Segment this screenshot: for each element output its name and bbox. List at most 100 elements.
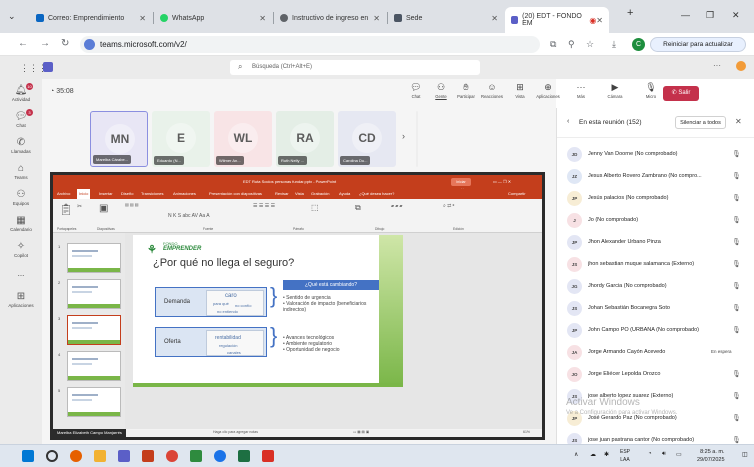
rail-equipos[interactable]: ⚇ Equipos <box>0 189 42 206</box>
view-button[interactable]: ⊞ Vista <box>507 82 533 99</box>
participant-tile[interactable]: WL Wilmer An... <box>214 111 272 167</box>
participant-row[interactable]: JO Jorge Eliécer Lepolda Orozco 🎙︎ <box>557 364 754 386</box>
layout-icon[interactable]: ▤ ▤ ▤ <box>125 202 139 207</box>
more-button[interactable]: ··· Más <box>568 82 594 99</box>
rail-more[interactable]: ... <box>0 269 42 278</box>
notes-placeholder[interactable]: Haga clic para agregar notas <box>213 430 258 434</box>
participant-row[interactable]: JP Jesús palacios (No comprobado) 🎙︎ <box>557 188 754 210</box>
battery-icon[interactable]: ▭ <box>676 451 682 458</box>
firefox-icon[interactable] <box>70 450 82 462</box>
leave-button[interactable]: ✆ Salir <box>663 86 699 101</box>
ppt-menu-item[interactable]: Revisar <box>275 189 289 199</box>
mute-all-button[interactable]: Silenciar a todos <box>675 116 726 129</box>
close-icon[interactable]: ✕ <box>596 16 603 25</box>
teams-icon[interactable] <box>118 450 130 462</box>
participant-tile[interactable]: MN Marelba Cárabe... <box>90 111 148 167</box>
chrome-icon[interactable] <box>166 450 178 462</box>
back-icon[interactable]: ← <box>18 38 28 49</box>
windows-start-icon[interactable] <box>22 450 34 462</box>
slide-thumbnail-selected[interactable]: 3 <box>58 315 121 345</box>
arrange-icon[interactable]: ⧉ <box>355 203 361 213</box>
ppt-menu-item[interactable]: Compartir <box>508 189 526 199</box>
ppt-signin-button[interactable]: Iniciar sesión <box>451 178 471 192</box>
ppt-window-controls-icon[interactable]: ▭ — ❐ ✕ <box>493 175 511 189</box>
new-slide-icon[interactable]: ▣ <box>99 203 108 214</box>
participant-row[interactable]: J Jo (No comprobado) 🎙︎ <box>557 210 754 232</box>
rail-activity[interactable]: 🔔︎ 10 Actividad <box>0 83 42 102</box>
font-format-icons[interactable]: N K S abc AV Aa A <box>168 213 210 219</box>
new-tab-button[interactable]: + <box>627 7 633 19</box>
current-slide[interactable]: ⚘ FONDO EMPRENDER ¿Por qué no llega el s… <box>133 235 403 387</box>
rail-chat[interactable]: 💬︎ 3 Chat <box>0 109 42 128</box>
app-green-icon[interactable] <box>190 450 202 462</box>
paragraph-icons[interactable]: ☰ ☰ ☰ ☰ <box>253 203 275 209</box>
apps-button[interactable]: ⊕ Aplicaciones <box>535 82 561 99</box>
participant-row[interactable]: JP Jhon Alexander Urbano Pinza 🎙︎ <box>557 232 754 254</box>
slide-thumbnail[interactable]: 4 <box>58 351 121 381</box>
people-button[interactable]: ⚇ Gente <box>428 82 454 99</box>
slide-thumbnail[interactable]: 5 <box>58 387 121 417</box>
raise-hand-button[interactable]: ✋︎ Participar <box>453 82 479 99</box>
participant-row[interactable]: JP John Campo PO (URBANA (No comprobado)… <box>557 320 754 342</box>
ppt-menu-item[interactable]: Animaciones <box>173 189 196 199</box>
search-icon[interactable] <box>46 450 58 462</box>
ppt-menu-item[interactable]: Archivo <box>57 189 70 199</box>
rail-apps[interactable]: ⊞ Aplicaciones <box>0 291 42 308</box>
participant-tile[interactable]: CD Carolina Du... <box>338 111 396 167</box>
close-icon[interactable]: ✕ <box>139 14 146 23</box>
install-app-icon[interactable]: ⧉ <box>550 39 556 50</box>
tab-correo[interactable]: Correo: Emprendimiento ✕ <box>30 9 152 27</box>
tab-whatsapp[interactable]: WhatsApp ✕ <box>154 9 272 27</box>
pdf-icon[interactable] <box>262 450 274 462</box>
forward-icon[interactable]: → <box>40 38 50 49</box>
participant-row[interactable]: JS jose juan pastrana cantor (No comprob… <box>557 430 754 444</box>
collapse-chevron-icon[interactable]: ‹ <box>567 118 569 125</box>
ppt-menu-item[interactable]: ¿Qué desea hacer? <box>359 189 394 199</box>
url-bar[interactable]: teams.microsoft.com/v2/ <box>80 36 540 53</box>
notifications-icon[interactable]: ◫ <box>742 451 748 458</box>
close-icon[interactable]: ✕ <box>735 117 742 126</box>
participant-row[interactable]: JS jhon sebastian muque salamanca (Exter… <box>557 254 754 276</box>
language-indicator[interactable]: ESP LAA <box>620 448 630 464</box>
camera-button[interactable]: ▶︎ Cámara <box>602 82 628 99</box>
participant-row[interactable]: JS Johan Sebastián Bocanegra Soto 🎙︎ <box>557 298 754 320</box>
close-icon[interactable]: ✕ <box>259 14 266 23</box>
slide-thumbnail[interactable]: 1 <box>58 243 121 273</box>
tab-instructivo[interactable]: Instructivo de ingreso en ✕ <box>274 9 386 27</box>
reload-icon[interactable]: ↻ <box>61 38 69 49</box>
rail-calls[interactable]: ✆ Llamadas <box>0 137 42 154</box>
participant-row[interactable]: JZ Jesus Alberto Rovero Zambrano (No com… <box>557 166 754 188</box>
ppt-menu-item[interactable]: Insertar <box>99 189 113 199</box>
participant-row[interactable]: JA Jorge Armando Cayón Acevedo En espera <box>557 342 754 364</box>
shapes-icon[interactable]: ⬚ <box>311 203 319 212</box>
gallery-next-icon[interactable]: › <box>402 131 405 141</box>
paste-icon[interactable]: 📋︎ <box>59 203 73 216</box>
cut-icon[interactable]: ✂ <box>77 203 82 210</box>
participant-row[interactable]: JG Jhordy Garcia (No comprobado) 🎙︎ <box>557 276 754 298</box>
excel-icon[interactable] <box>238 450 250 462</box>
ppt-menu-item[interactable]: Inicio <box>77 189 91 199</box>
ppt-menu-item[interactable]: Presentación con diapositivas <box>209 189 262 199</box>
ppt-menu-item[interactable]: Vista <box>295 189 304 199</box>
chrome-2-icon[interactable] <box>214 450 226 462</box>
bookmark-star-icon[interactable]: ☆ <box>586 39 594 50</box>
files-icon[interactable] <box>94 450 106 462</box>
reactions-button[interactable]: ☺ Reacciones <box>479 82 505 99</box>
mic-button[interactable]: 🎙︎ Micro <box>638 82 664 99</box>
zoom-level[interactable]: 61% <box>523 430 530 434</box>
participant-row[interactable]: JD Jenny Van Doorne (No comprobado) 🎙︎ <box>557 144 754 166</box>
ppt-menu-item[interactable]: Grabación <box>311 189 329 199</box>
download-icon[interactable]: ⤓ <box>612 39 616 50</box>
find-replace-icon[interactable]: ⌕ ⇄ ▸ <box>443 203 455 209</box>
close-icon[interactable]: ✕ <box>491 14 498 23</box>
rail-copilot[interactable]: ✧ Copilot <box>0 241 42 258</box>
tray-chevron-icon[interactable]: ∧ <box>574 451 578 458</box>
profile-avatar[interactable]: C <box>632 38 645 51</box>
user-avatar[interactable] <box>736 61 746 71</box>
app-red-icon[interactable] <box>142 450 154 462</box>
rail-teams[interactable]: ⌂ Teams <box>0 163 42 180</box>
maximize-icon[interactable]: ❐ <box>706 10 714 21</box>
slide-thumbnail[interactable]: 2 <box>58 279 121 309</box>
site-info-icon[interactable] <box>84 39 95 50</box>
participant-tile[interactable]: E Eduardo (N... <box>152 111 210 167</box>
